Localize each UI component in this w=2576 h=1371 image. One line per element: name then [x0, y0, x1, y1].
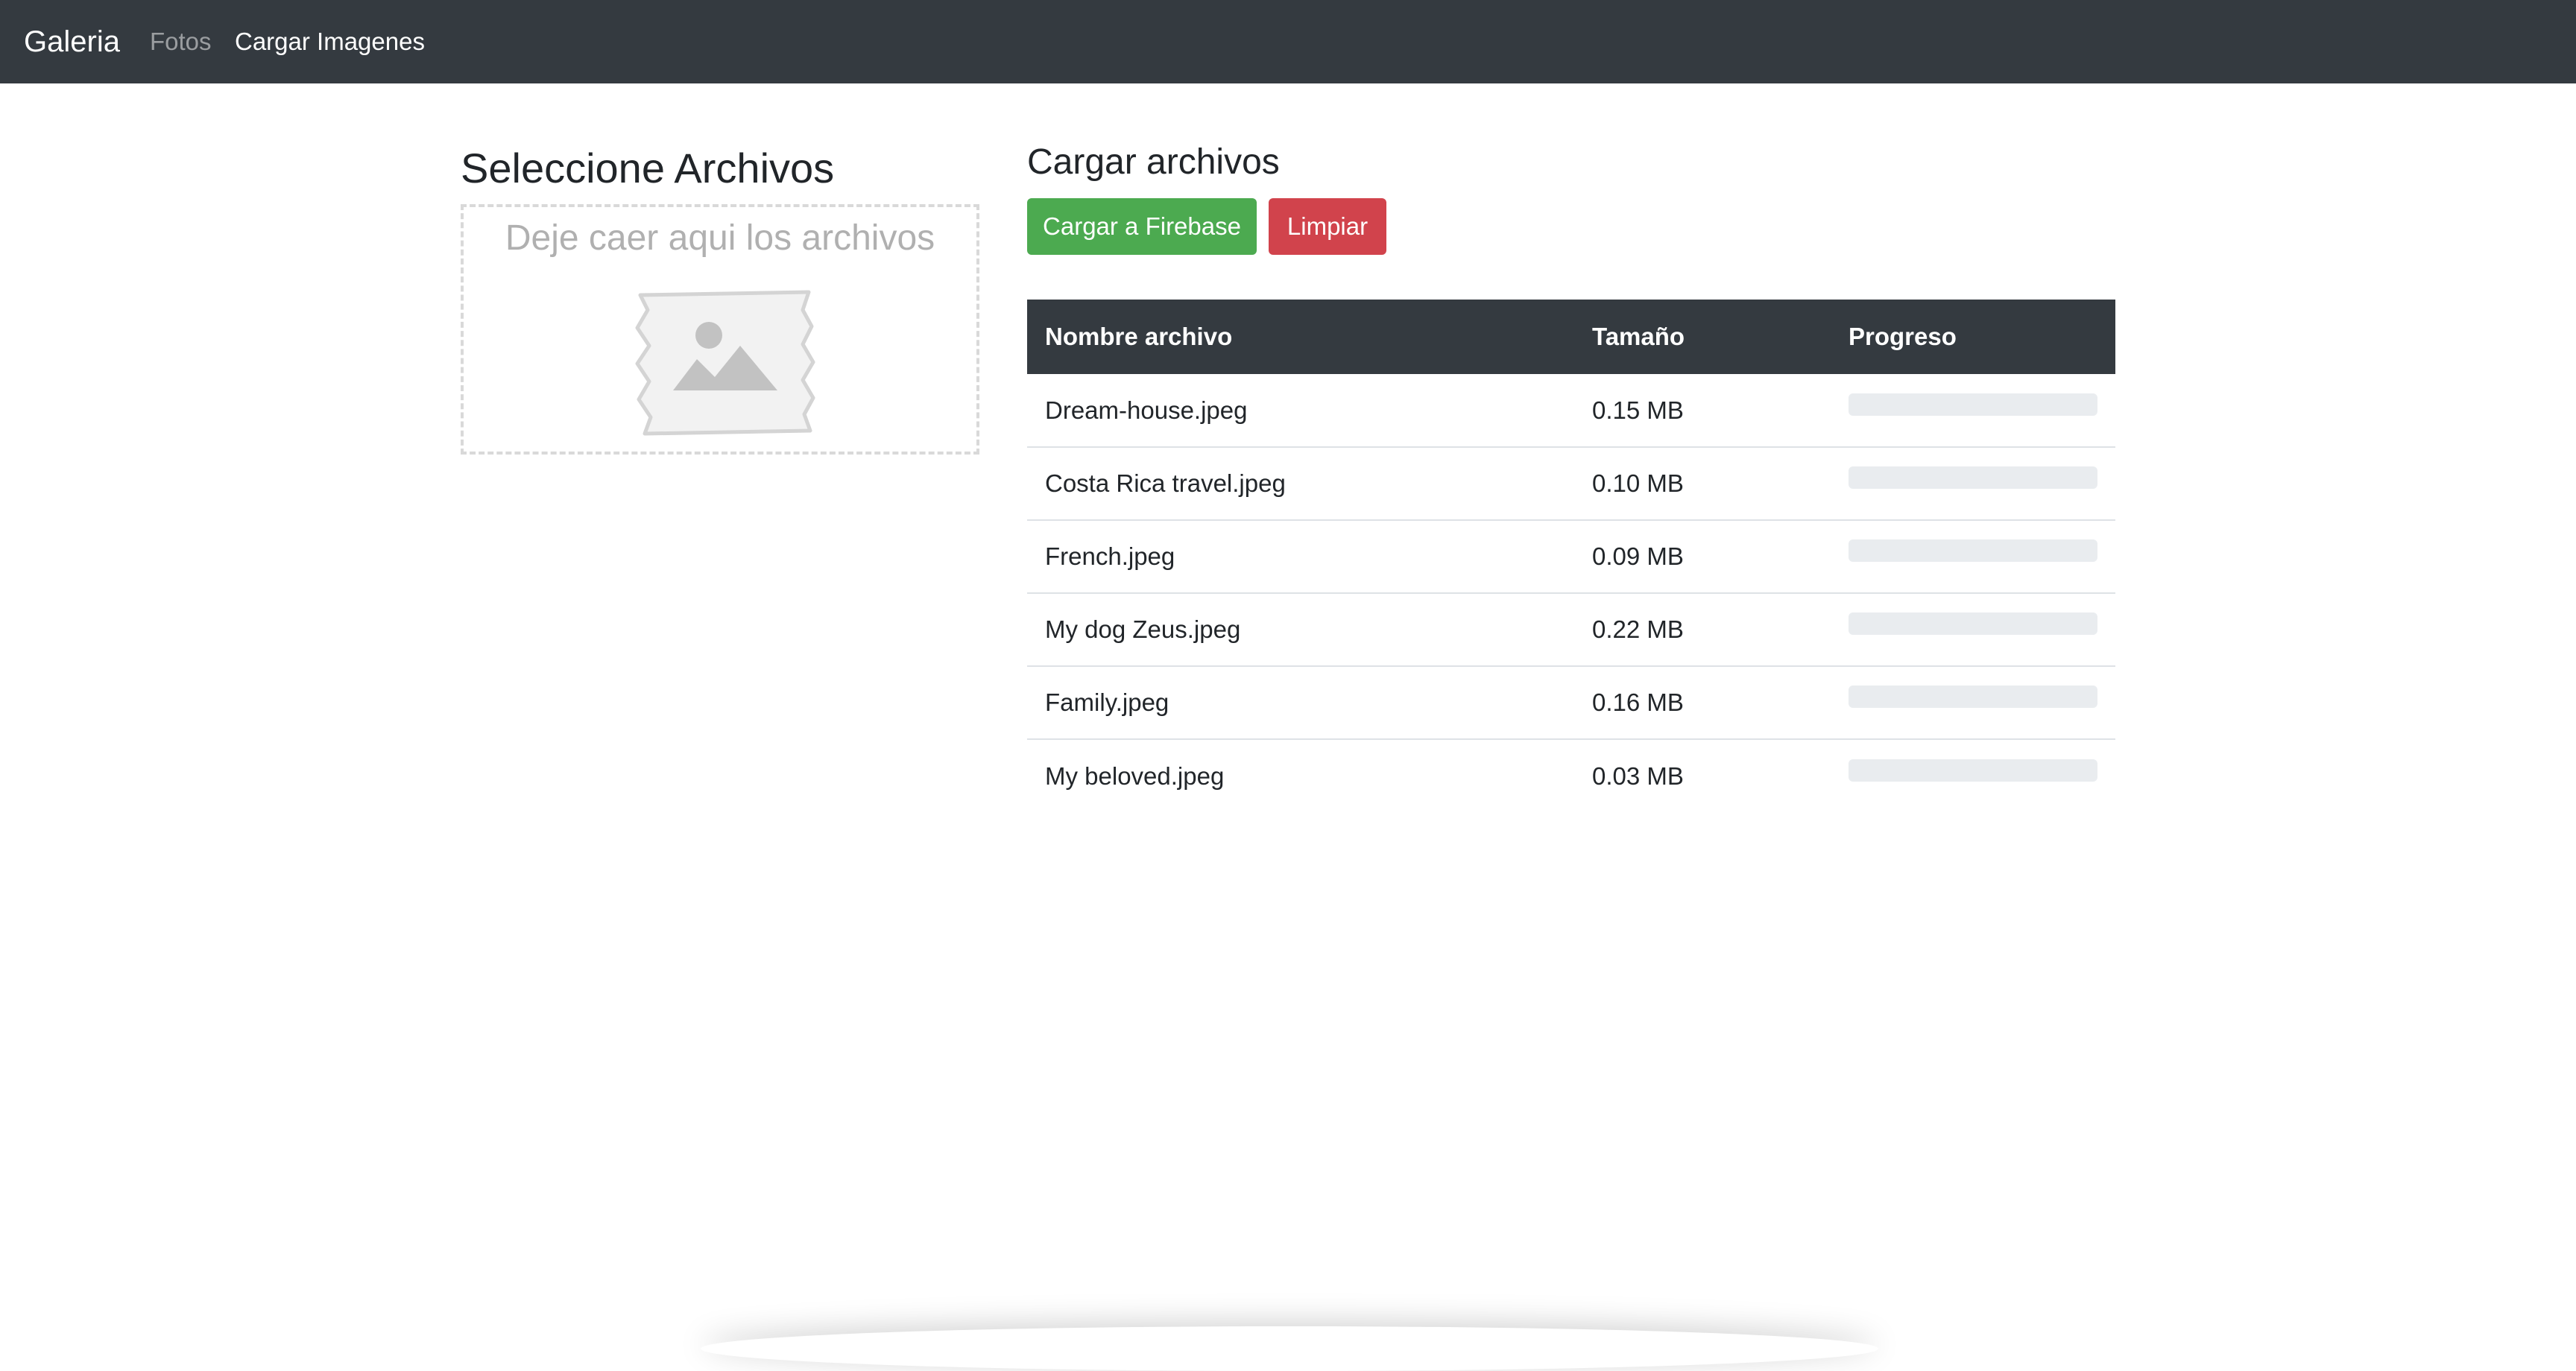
- table-row: Family.jpeg 0.16 MB: [1027, 665, 2115, 739]
- table-row: French.jpeg 0.09 MB: [1027, 519, 2115, 593]
- file-name-cell: My dog Zeus.jpeg: [1027, 592, 1574, 666]
- file-name-cell: Costa Rica travel.jpeg: [1027, 446, 1574, 520]
- progress-cell: [1831, 665, 2115, 739]
- file-size-cell: 0.15 MB: [1592, 396, 1684, 424]
- file-size-cell: 0.09 MB: [1574, 519, 1831, 593]
- file-name-cell: Dream-house.jpeg: [1045, 396, 1248, 424]
- header-file-name: Nombre archivo: [1027, 300, 1574, 374]
- upload-files-title: Cargar archivos: [1027, 142, 1280, 182]
- file-size-cell: 0.10 MB: [1574, 446, 1831, 520]
- progress-cell: [1831, 519, 2115, 593]
- table-row: My beloved.jpeg 0.03 MB: [1027, 738, 2115, 812]
- table-row: My dog Zeus.jpeg 0.22 MB: [1027, 592, 2115, 666]
- nav-link-cargar-imagenes[interactable]: Cargar Imagenes: [235, 27, 425, 57]
- progress-bar: [1849, 393, 2097, 416]
- progress-bar: [1849, 612, 2097, 635]
- table-header-row: Nombre archivo Tamaño Progreso: [1027, 300, 2115, 374]
- table-row: Costa Rica travel.jpeg 0.10 MB: [1027, 446, 2115, 520]
- file-size-cell: 0.22 MB: [1574, 592, 1831, 666]
- select-files-title: Seleccione Archivos: [461, 145, 835, 191]
- progress-bar: [1849, 466, 2097, 489]
- progress-bar: [1849, 539, 2097, 562]
- table-row: Dream-house.jpeg 0.15 MB: [1027, 374, 2115, 447]
- file-name-cell: French.jpeg: [1027, 519, 1574, 593]
- nav-link-fotos[interactable]: Fotos: [150, 27, 212, 57]
- progress-cell: [1831, 592, 2115, 666]
- file-dropzone[interactable]: Deje caer aqui los archivos: [461, 204, 979, 455]
- clear-button[interactable]: Limpiar: [1269, 198, 1386, 255]
- progress-bar: [1849, 759, 2097, 782]
- header-size: Tamaño: [1574, 300, 1831, 374]
- progress-cell: [1831, 446, 2115, 520]
- progress-bar: [1849, 686, 2097, 708]
- progress-cell: [1831, 738, 2115, 812]
- navbar-brand[interactable]: Galeria: [24, 22, 120, 61]
- file-size-cell: 0.16 MB: [1574, 665, 1831, 739]
- file-name-cell: My beloved.jpeg: [1027, 738, 1574, 812]
- file-size-cell: 0.03 MB: [1574, 738, 1831, 812]
- file-name-cell: Family.jpeg: [1027, 665, 1574, 739]
- navbar: Galeria Fotos Cargar Imagenes: [0, 0, 2576, 83]
- dropzone-text: Deje caer aqui los archivos: [505, 218, 935, 258]
- header-progress: Progreso: [1831, 300, 2115, 374]
- upload-to-firebase-button[interactable]: Cargar a Firebase: [1027, 198, 1257, 255]
- files-table: Nombre archivo Tamaño Progreso Dream-hou…: [1027, 300, 2115, 812]
- progress-cell: [1831, 374, 2115, 447]
- bottom-shadow-decoration: [701, 1326, 1878, 1371]
- image-placeholder-icon: [635, 290, 815, 436]
